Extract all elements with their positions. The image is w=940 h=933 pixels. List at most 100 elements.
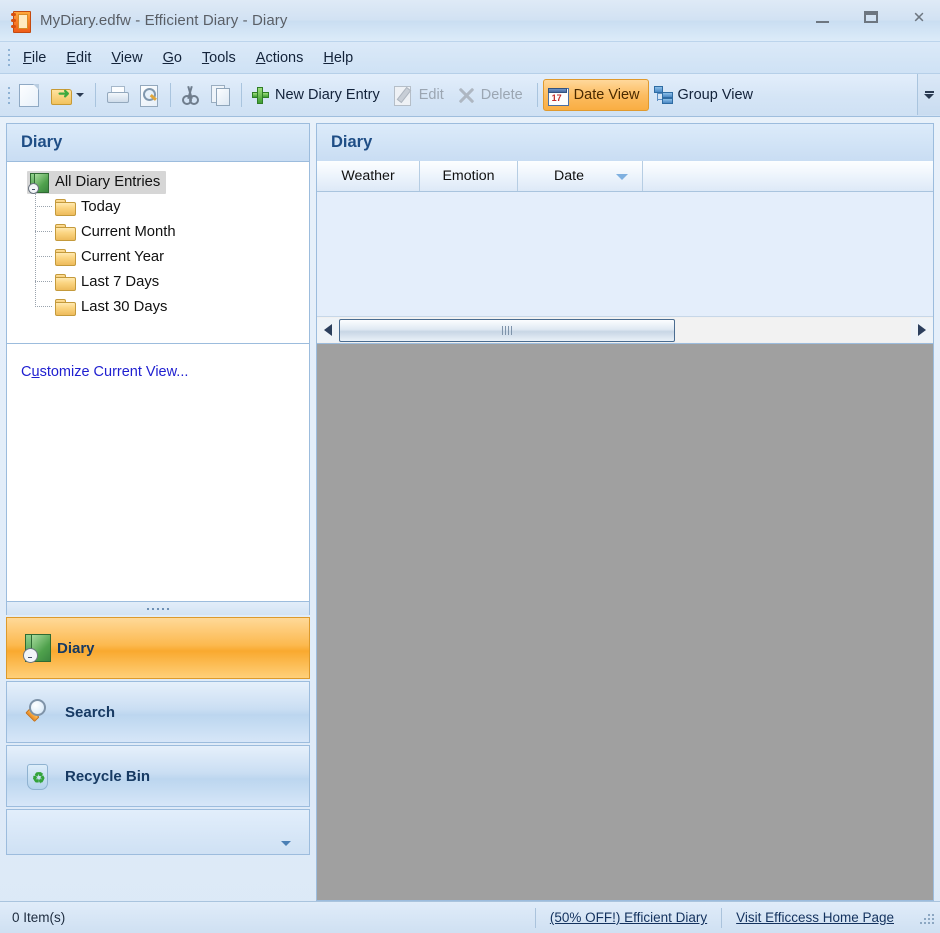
maximize-button[interactable] bbox=[858, 6, 884, 30]
nav-button-label: Recycle Bin bbox=[65, 767, 151, 785]
new-file-button[interactable] bbox=[13, 79, 45, 111]
tree-item-current-year[interactable]: Current Year bbox=[35, 244, 309, 269]
menu-bar: File Edit View Go Tools Actions Help bbox=[0, 41, 940, 74]
toolbar-separator bbox=[241, 83, 242, 107]
edit-button[interactable]: Edit bbox=[389, 79, 453, 111]
group-view-button[interactable]: Group View bbox=[649, 79, 763, 111]
date-view-button[interactable]: 17 Date View bbox=[542, 79, 649, 111]
menu-item-view[interactable]: View bbox=[101, 46, 152, 70]
toolbar-separator bbox=[170, 83, 171, 107]
sidebar-title: Diary bbox=[21, 133, 63, 151]
sidebar-header: Diary bbox=[6, 123, 310, 161]
print-preview-button[interactable] bbox=[134, 79, 165, 111]
chevron-down-icon bbox=[281, 841, 291, 846]
sidebar: Diary All Diary Entries Today Current Mo… bbox=[6, 123, 310, 901]
column-header-date[interactable]: Date bbox=[518, 161, 643, 191]
horizontal-scrollbar[interactable] bbox=[317, 316, 933, 343]
menu-item-help[interactable]: Help bbox=[313, 46, 363, 70]
tree-item-label: Today bbox=[81, 198, 121, 215]
status-bar: 0 Item(s) (50% OFF!) Efficient Diary Vis… bbox=[0, 901, 940, 933]
edit-label: Edit bbox=[418, 87, 444, 103]
menu-item-actions[interactable]: Actions bbox=[246, 46, 314, 70]
diary-book-icon bbox=[28, 172, 49, 194]
sort-descending-icon bbox=[616, 174, 628, 180]
column-label: Weather bbox=[341, 168, 395, 184]
minimize-button[interactable] bbox=[810, 6, 836, 30]
cut-icon bbox=[182, 85, 199, 105]
tree-item-label: Current Month bbox=[81, 223, 176, 240]
application-window: MyDiary.edfw - Efficient Diary - Diary ✕… bbox=[0, 0, 940, 933]
menu-grip-icon[interactable] bbox=[4, 48, 13, 68]
scroll-left-button[interactable] bbox=[317, 318, 339, 342]
toolbar-grip-icon[interactable] bbox=[4, 85, 13, 105]
promo-link[interactable]: (50% OFF!) Efficient Diary bbox=[536, 910, 721, 925]
print-button[interactable] bbox=[101, 79, 134, 111]
copy-icon bbox=[211, 85, 230, 106]
window-controls: ✕ bbox=[810, 6, 932, 30]
nav-configure-button[interactable] bbox=[6, 809, 310, 855]
customize-current-view-link[interactable]: Customize Current View... bbox=[21, 364, 309, 380]
tree-item-all-diary-entries[interactable]: All Diary Entries bbox=[17, 170, 309, 194]
plus-icon bbox=[252, 86, 269, 104]
toolbar-overflow-button[interactable] bbox=[917, 74, 940, 115]
folder-icon bbox=[55, 298, 76, 316]
chevron-down-icon bbox=[924, 93, 934, 99]
menu-item-edit[interactable]: Edit bbox=[56, 46, 101, 70]
delete-icon bbox=[458, 87, 475, 104]
open-file-button[interactable]: ➜ bbox=[45, 79, 90, 111]
nav-button-search[interactable]: Search bbox=[6, 681, 310, 743]
date-view-label: Date View bbox=[573, 87, 640, 103]
arrow-left-icon bbox=[324, 324, 332, 336]
close-button[interactable]: ✕ bbox=[906, 6, 932, 30]
cut-button[interactable] bbox=[176, 79, 205, 111]
scroll-right-button[interactable] bbox=[911, 318, 933, 342]
resize-grip-icon[interactable] bbox=[916, 908, 936, 928]
tree-item-current-month[interactable]: Current Month bbox=[35, 219, 309, 244]
folder-icon bbox=[55, 223, 76, 241]
column-header-emotion[interactable]: Emotion bbox=[420, 161, 518, 191]
menu-item-tools[interactable]: Tools bbox=[192, 46, 246, 70]
group-view-icon bbox=[653, 86, 673, 104]
item-count-label: 0 Item(s) bbox=[12, 910, 66, 925]
folder-icon bbox=[55, 248, 76, 266]
search-icon bbox=[23, 698, 51, 726]
print-preview-icon bbox=[140, 84, 159, 107]
delete-label: Delete bbox=[480, 87, 523, 103]
tree-item-last-30-days[interactable]: Last 30 Days bbox=[35, 294, 309, 319]
home-page-link[interactable]: Visit Efficcess Home Page bbox=[722, 910, 908, 925]
tree-item-today[interactable]: Today bbox=[35, 194, 309, 219]
recycle-bin-icon: ♻ bbox=[23, 762, 51, 790]
tree-item-last-7-days[interactable]: Last 7 Days bbox=[35, 269, 309, 294]
column-header-weather[interactable]: Weather bbox=[317, 161, 420, 191]
scrollbar-thumb[interactable] bbox=[339, 318, 675, 342]
tree-item-label: All Diary Entries bbox=[55, 174, 161, 190]
copy-button[interactable] bbox=[205, 79, 236, 111]
customize-panel: Customize Current View... bbox=[6, 344, 310, 602]
arrow-right-icon bbox=[918, 324, 926, 336]
entry-list: Weather Emotion Date bbox=[316, 161, 934, 344]
main-pane-header: Diary bbox=[316, 123, 934, 161]
tree-item-label: Last 7 Days bbox=[81, 273, 160, 290]
menu-item-file[interactable]: File bbox=[13, 46, 56, 70]
open-folder-icon: ➜ bbox=[51, 86, 72, 105]
column-label: Emotion bbox=[442, 168, 495, 184]
toolbar-separator bbox=[95, 83, 96, 107]
close-icon: ✕ bbox=[912, 9, 926, 27]
folder-icon bbox=[55, 198, 76, 216]
column-header-filler bbox=[643, 161, 933, 191]
menu-item-go[interactable]: Go bbox=[153, 46, 192, 70]
nav-button-label: Diary bbox=[57, 639, 95, 657]
scrollbar-track[interactable] bbox=[339, 318, 911, 342]
main-toolbar: ➜ New Diary Entry Edit Delete 17 Date Vi… bbox=[0, 74, 940, 117]
nav-button-recycle-bin[interactable]: ♻ Recycle Bin bbox=[6, 745, 310, 807]
delete-button[interactable]: Delete bbox=[453, 79, 532, 111]
title-bar: MyDiary.edfw - Efficient Diary - Diary ✕ bbox=[0, 0, 940, 41]
entry-rows bbox=[317, 192, 933, 316]
main-pane: Diary Weather Emotion Date bbox=[316, 123, 934, 901]
new-diary-entry-button[interactable]: New Diary Entry bbox=[247, 79, 389, 111]
diary-tree: All Diary Entries Today Current Month Cu… bbox=[6, 161, 310, 344]
chevron-down-icon[interactable] bbox=[76, 93, 84, 97]
nav-button-diary[interactable]: Diary bbox=[6, 617, 310, 679]
calendar-icon: 17 bbox=[547, 86, 569, 106]
sidebar-splitter[interactable] bbox=[6, 602, 310, 615]
